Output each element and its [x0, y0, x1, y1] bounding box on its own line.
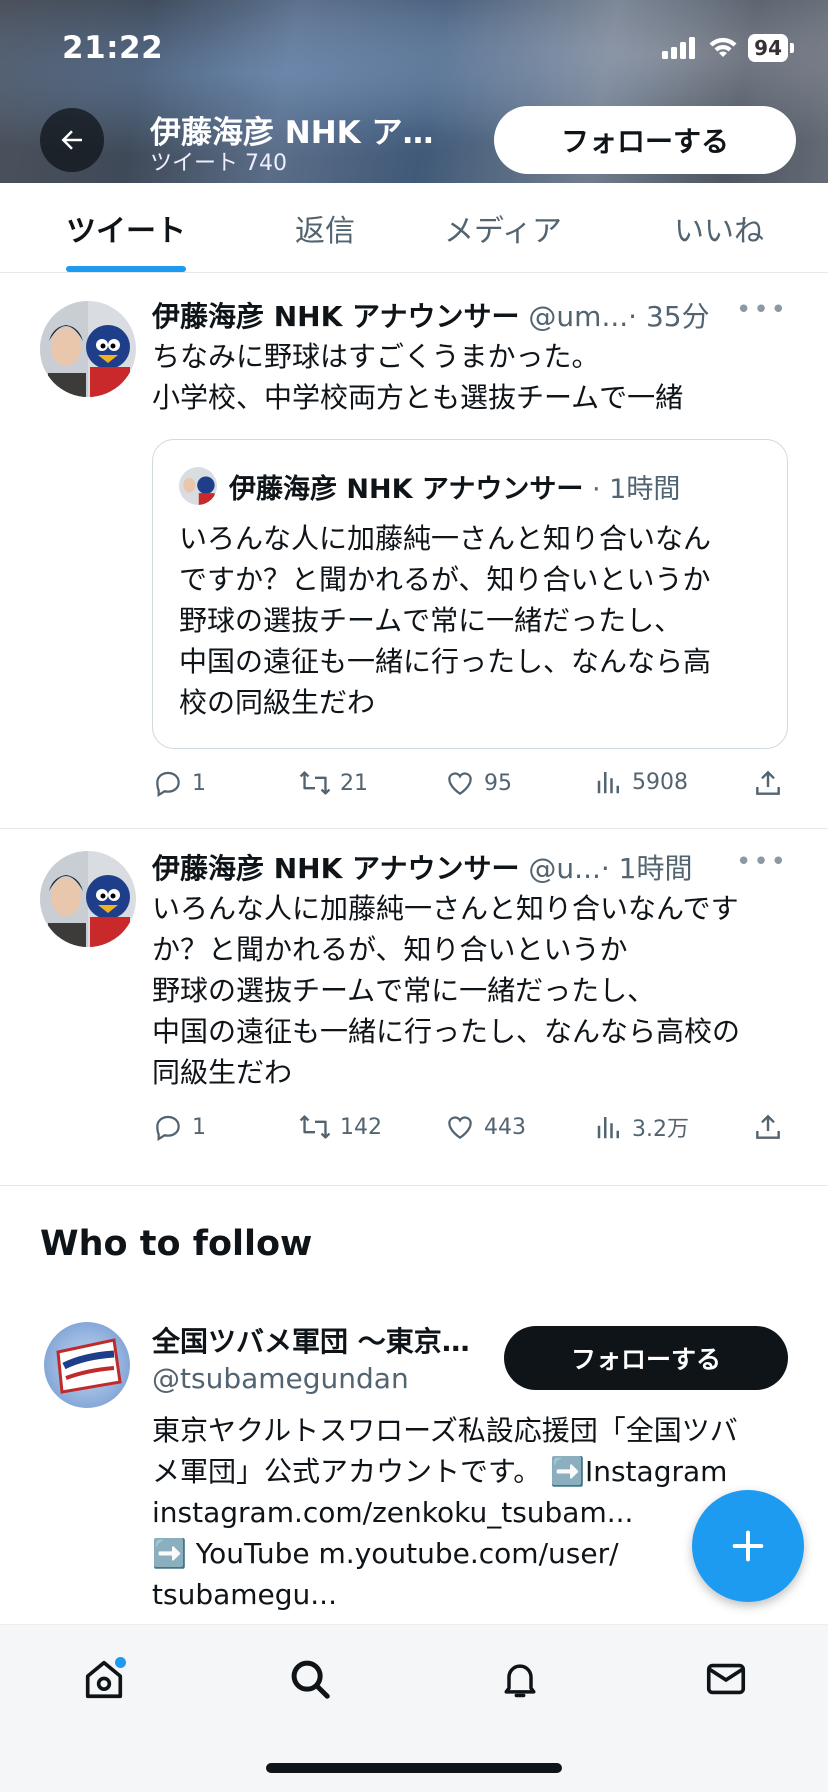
- reply-button[interactable]: 1: [152, 767, 206, 799]
- status-icons: 94: [662, 34, 794, 62]
- avatar-image: [40, 301, 136, 397]
- retweet-icon: [299, 1115, 331, 1139]
- retweet-icon: [299, 771, 331, 795]
- author-name[interactable]: 伊藤海彦 NHK アナウンサー: [152, 300, 520, 333]
- home-indicator: [266, 1763, 562, 1773]
- tweet-count: ツイート 740: [150, 151, 287, 176]
- view-count: 5908: [632, 769, 688, 795]
- tweet-actions: 1 142 443 3.2万: [152, 1111, 792, 1151]
- avatar[interactable]: [40, 851, 136, 947]
- tab-replies[interactable]: 返信: [262, 183, 388, 273]
- more-options-icon[interactable]: •••: [736, 847, 788, 877]
- tweet-header: 伊藤海彦 NHK アナウンサー @um...· 35分: [152, 295, 710, 335]
- share-button[interactable]: [752, 767, 784, 799]
- tweet-text: ちなみに野球はすごくうまかった。 小学校、中学校両方とも選抜チームで一緒: [152, 340, 684, 414]
- bio-line: メ軍団」公式アカウントです。 ➡️Instagram: [152, 1455, 728, 1488]
- author-name[interactable]: 伊藤海彦 NHK アナウンサー: [152, 852, 520, 885]
- share-icon: [756, 1114, 780, 1139]
- plus-icon: [732, 1530, 764, 1562]
- more-options-icon[interactable]: •••: [736, 295, 788, 325]
- share-button[interactable]: [752, 1111, 784, 1143]
- back-button[interactable]: [40, 108, 104, 172]
- bio-line[interactable]: tsubamegu...: [152, 1574, 792, 1615]
- wifi-icon: [709, 37, 737, 57]
- view-count: 3.2万: [632, 1117, 689, 1142]
- avatar-image: [40, 851, 136, 947]
- follow-button[interactable]: フォローする: [494, 106, 796, 174]
- views-button[interactable]: 5908: [594, 767, 688, 797]
- share-icon: [756, 770, 780, 795]
- status-time: 21:22: [62, 30, 164, 66]
- views-button[interactable]: 3.2万: [594, 1111, 689, 1143]
- tweet-text: いろんな人に加藤純一さんと知り合いなんです か？と聞かれるが、知り合いというか …: [152, 892, 741, 1089]
- swallows-logo: [56, 1338, 122, 1394]
- tweet[interactable]: 伊藤海彦 NHK アナウンサー @um...· 35分 ••• ちなみに野球はす…: [0, 273, 828, 829]
- avatar[interactable]: [40, 301, 136, 397]
- retweet-count: 21: [340, 770, 368, 796]
- bell-icon: [504, 1664, 536, 1698]
- views-icon: [597, 1117, 619, 1139]
- battery-level: 94: [748, 34, 788, 62]
- quoted-avatar: [179, 467, 217, 505]
- like-count: 443: [484, 1114, 526, 1140]
- tweet-time: · 1時間: [600, 852, 693, 885]
- nav-notifications[interactable]: [490, 1649, 550, 1709]
- reply-button[interactable]: 1: [152, 1111, 206, 1143]
- signal-icon: [662, 37, 696, 59]
- bio-line: 東京ヤクルトスワローズ私設応援団「全国ツバ: [152, 1414, 738, 1447]
- tweet-header: 伊藤海彦 NHK アナウンサー @u...· 1時間: [152, 847, 693, 887]
- like-count: 95: [484, 770, 512, 796]
- reply-count: 1: [192, 1114, 206, 1140]
- avatar-image: [179, 467, 217, 505]
- quoted-text: いろんな人に加藤純一さんと知り合いなん ですか？と聞かれるが、知り合いというか …: [179, 522, 712, 719]
- tab-likes[interactable]: いいね: [660, 183, 778, 273]
- views-icon: [597, 772, 619, 794]
- like-button[interactable]: 95: [444, 767, 512, 799]
- tab-tweets[interactable]: ツイート: [40, 183, 212, 273]
- tweet-actions: 1 21 95 5908: [152, 767, 792, 807]
- reply-icon: [156, 771, 180, 798]
- tab-media[interactable]: メディア: [430, 183, 576, 273]
- tweet-time: · 35分: [628, 300, 710, 333]
- search-icon: [291, 1660, 330, 1699]
- like-button[interactable]: 443: [444, 1111, 526, 1143]
- reply-count: 1: [192, 770, 206, 796]
- quoted-tweet[interactable]: 伊藤海彦 NHK アナウンサー · 1時間 いろんな人に加藤純一さんと知り合いな…: [152, 439, 788, 749]
- who-to-follow-title: Who to follow: [40, 1224, 313, 1264]
- tweet[interactable]: 伊藤海彦 NHK アナウンサー @u...· 1時間 ••• いろんな人に加藤純…: [0, 829, 828, 1186]
- active-tab-indicator: [66, 266, 186, 272]
- recommended-follow-button[interactable]: フォローする: [504, 1326, 788, 1390]
- quoted-time: · 1時間: [591, 474, 681, 505]
- nav-home[interactable]: [74, 1649, 134, 1709]
- recommended-avatar[interactable]: [44, 1322, 130, 1408]
- author-handle: @um...: [528, 300, 629, 333]
- status-bar: 21:22 94: [0, 0, 828, 100]
- profile-tabs: ツイート 返信 メディア いいね: [0, 183, 828, 273]
- mail-icon: [706, 1663, 746, 1695]
- battery-icon: [790, 43, 794, 53]
- profile-header: 21:22 94 伊藤海彦 NHK ア… ツイート 740 フォローする: [0, 0, 828, 183]
- recommended-bio: 東京ヤクルトスワローズ私設応援団「全国ツバ メ軍団」公式アカウントです。 ➡️I…: [152, 1410, 792, 1615]
- recommended-handle: @tsubamegundan: [152, 1362, 409, 1395]
- retweet-button[interactable]: 21: [298, 767, 368, 799]
- nav-messages[interactable]: [696, 1649, 756, 1709]
- notification-dot: [115, 1657, 126, 1668]
- reply-icon: [156, 1115, 180, 1142]
- nav-search[interactable]: [280, 1649, 340, 1709]
- recommended-name[interactable]: 全国ツバメ軍団 〜東京…: [152, 1320, 470, 1360]
- heart-icon: [448, 772, 472, 796]
- retweet-count: 142: [340, 1114, 382, 1140]
- heart-icon: [448, 1116, 472, 1140]
- quoted-header: 伊藤海彦 NHK アナウンサー · 1時間: [229, 467, 680, 506]
- author-handle: @u...: [528, 852, 601, 885]
- compose-tweet-button[interactable]: [692, 1490, 804, 1602]
- quoted-author-name: 伊藤海彦 NHK アナウンサー: [229, 474, 584, 505]
- arrow-left-icon: [61, 130, 82, 150]
- retweet-button[interactable]: 142: [298, 1111, 382, 1143]
